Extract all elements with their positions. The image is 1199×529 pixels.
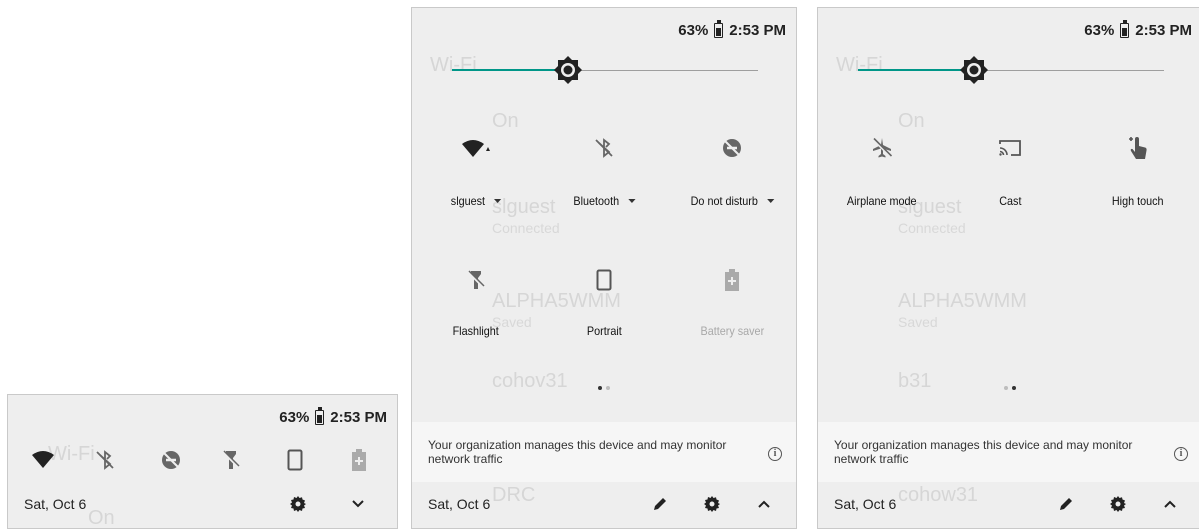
settings-gear-icon[interactable]	[1108, 494, 1128, 514]
page-dot-active	[1012, 386, 1016, 390]
tile-flashlight[interactable]: Flashlight	[412, 264, 540, 338]
edit-pencil-icon[interactable]	[650, 494, 670, 514]
bluetooth-off-icon[interactable]	[92, 447, 118, 473]
brightness-fill	[452, 69, 569, 71]
brightness-slider[interactable]	[858, 56, 1164, 84]
airplane-off-icon	[866, 132, 898, 164]
battery-saver-icon	[716, 264, 748, 296]
page-indicator	[1004, 386, 1016, 390]
tile-label: Bluetooth	[573, 194, 619, 208]
tile-portrait[interactable]: Portrait	[540, 264, 668, 338]
brightness-thumb-icon[interactable]	[552, 54, 584, 86]
tile-label: Cast	[998, 194, 1022, 208]
footer-bar: Sat, Oct 6	[818, 480, 1199, 528]
brightness-thumb-icon[interactable]	[958, 54, 990, 86]
tile-do-not-disturb[interactable]: Do not disturb	[668, 132, 796, 208]
bg-network-ssid: b31	[898, 370, 932, 392]
date-label: Sat, Oct 6	[24, 496, 87, 512]
date-label: Sat, Oct 6	[834, 496, 897, 512]
clock: 2:53 PM	[1135, 21, 1192, 39]
portrait-icon	[588, 264, 620, 296]
device-management-notice[interactable]: Your organization manages this device an…	[818, 422, 1199, 482]
status-bar: 63% 2:53 PM	[279, 395, 387, 439]
page-dot	[606, 386, 610, 390]
dropdown-caret-icon	[494, 199, 502, 203]
page-dot	[1004, 386, 1008, 390]
battery-percent: 63%	[678, 21, 709, 39]
brightness-slider[interactable]	[452, 56, 758, 84]
tile-cast[interactable]: Cast	[946, 132, 1074, 208]
expanded-quick-settings-page-1: Wi-Fi On slguest Connected ALPHA5WMM Sav…	[411, 7, 797, 529]
status-bar: 63% 2:53 PM	[1084, 8, 1192, 52]
dropdown-caret-icon	[627, 199, 635, 203]
info-icon[interactable]: i	[768, 447, 782, 461]
page-indicator	[598, 386, 610, 390]
settings-gear-icon[interactable]	[702, 494, 722, 514]
bg-on-label: On	[898, 110, 925, 132]
tile-bluetooth[interactable]: Bluetooth	[540, 132, 668, 208]
collapse-chevron-up-icon[interactable]	[1160, 494, 1180, 514]
notice-text: Your organization manages this device an…	[834, 438, 1133, 466]
info-icon[interactable]: i	[1174, 447, 1188, 461]
battery-icon	[1120, 19, 1130, 38]
portrait-icon[interactable]	[282, 447, 308, 473]
dropdown-caret-icon	[766, 199, 774, 203]
clock: 2:53 PM	[330, 408, 387, 426]
bg-network-state: Connected	[898, 220, 966, 236]
tile-label: Airplane mode	[847, 194, 917, 208]
tile-label: Flashlight	[452, 324, 500, 338]
expanded-quick-settings-page-2: Wi-Fi On slguest Connected ALPHA5WMM Sav…	[817, 7, 1199, 529]
footer-bar: Sat, Oct 6	[8, 480, 397, 528]
bg-network-ssid: cohov31	[492, 370, 568, 392]
bg-wifi-header: Wi-Fi	[430, 54, 477, 76]
tile-label: Do not disturb	[690, 194, 758, 208]
page-dot-active	[598, 386, 602, 390]
bg-network-state: Saved	[898, 314, 938, 330]
expand-chevron-down-icon[interactable]	[348, 494, 368, 514]
date-label: Sat, Oct 6	[428, 496, 491, 512]
flashlight-off-icon[interactable]	[218, 447, 244, 473]
collapsed-quick-settings: Wi-Fi On 63% 2:53 PM Sat, Oct 6	[7, 394, 398, 529]
flashlight-off-icon	[460, 264, 492, 296]
tile-high-touch[interactable]: High touch	[1074, 132, 1199, 208]
bg-wifi-header: Wi-Fi	[836, 54, 883, 76]
tile-label: Portrait	[586, 324, 622, 338]
tile-label-dropdown[interactable]: slguest	[450, 194, 502, 208]
bg-network-state: Connected	[492, 220, 560, 236]
settings-gear-icon[interactable]	[288, 494, 308, 514]
bluetooth-off-icon	[588, 132, 620, 164]
cast-icon	[994, 132, 1026, 164]
do-not-disturb-off-icon	[716, 132, 748, 164]
bg-network-ssid: ALPHA5WMM	[898, 290, 1027, 312]
tile-label: High touch	[1112, 194, 1164, 208]
wifi-icon	[460, 132, 492, 164]
do-not-disturb-off-icon[interactable]	[158, 447, 184, 473]
collapse-chevron-up-icon[interactable]	[754, 494, 774, 514]
brightness-fill	[858, 69, 975, 71]
tile-label: slguest	[450, 194, 486, 208]
tile-label: Battery saver	[700, 324, 764, 338]
tile-wifi[interactable]: slguest	[412, 132, 540, 208]
high-touch-icon	[1122, 132, 1154, 164]
device-management-notice[interactable]: Your organization manages this device an…	[412, 422, 796, 482]
tile-label-dropdown[interactable]: Do not disturb	[690, 194, 774, 208]
tile-label-dropdown[interactable]: Bluetooth	[573, 194, 635, 208]
bg-on-label: On	[492, 110, 519, 132]
footer-bar: Sat, Oct 6	[412, 480, 796, 528]
battery-icon	[315, 406, 325, 425]
battery-percent: 63%	[1084, 21, 1115, 39]
clock: 2:53 PM	[729, 21, 786, 39]
wifi-icon[interactable]	[30, 447, 56, 473]
notice-text: Your organization manages this device an…	[428, 438, 727, 466]
battery-percent: 63%	[279, 408, 310, 426]
battery-saver-icon[interactable]	[346, 447, 372, 473]
battery-icon	[714, 19, 724, 38]
tile-battery-saver[interactable]: Battery saver	[668, 264, 796, 338]
edit-pencil-icon[interactable]	[1056, 494, 1076, 514]
status-bar: 63% 2:53 PM	[678, 8, 786, 52]
tile-airplane-mode[interactable]: Airplane mode	[818, 132, 946, 208]
